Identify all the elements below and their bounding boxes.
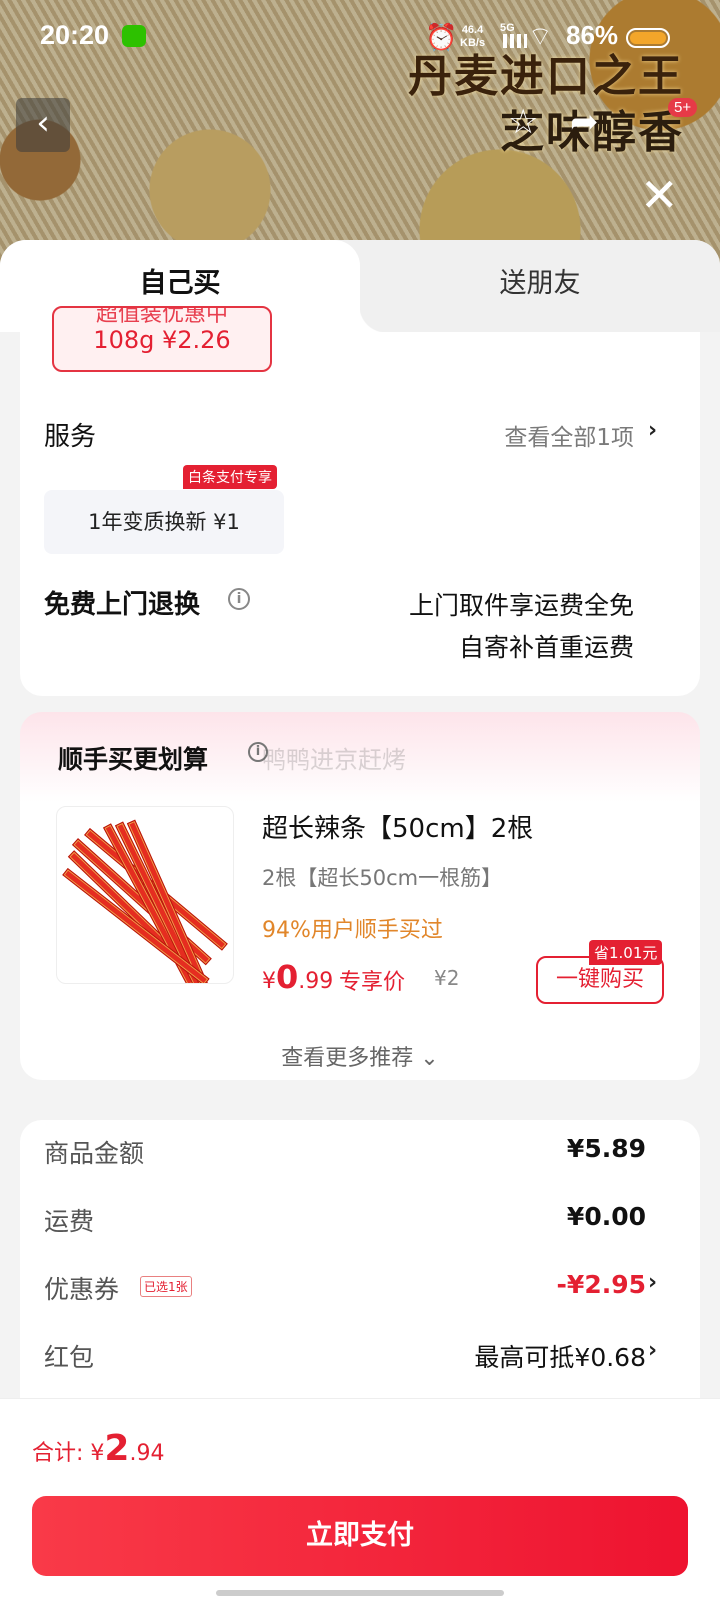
info-icon[interactable]: i: [228, 588, 250, 610]
network-type: 5G: [500, 22, 515, 34]
chevron-right-icon[interactable]: ›: [648, 1270, 657, 1295]
goods-amount-value: ¥5.89: [566, 1134, 646, 1163]
recommend-title: 顺手买更划算: [58, 745, 209, 774]
wechat-icon: [122, 25, 146, 47]
battery-percent: 86%: [566, 20, 619, 50]
chevron-right-icon[interactable]: ›: [648, 418, 657, 443]
sku-label: 108g ¥2.26: [93, 326, 231, 354]
shipping-label: 运费: [44, 1207, 95, 1236]
chevron-right-icon[interactable]: ›: [648, 1338, 657, 1363]
red-packet-label: 红包: [44, 1343, 95, 1372]
signal-icon: [503, 34, 527, 48]
coupon-chosen-tag: 已选1张: [140, 1276, 192, 1297]
net-speed: 46.4 KB/s: [460, 24, 486, 49]
product-popularity: 94%用户顺手买过: [262, 918, 443, 943]
wifi-icon: ⌔: [528, 21, 553, 51]
coupon-value[interactable]: -¥2.95: [557, 1270, 646, 1299]
share-icon[interactable]: ➦: [570, 102, 599, 142]
total-amount: 合计: ¥2.94: [32, 1428, 165, 1469]
status-time: 20:20: [40, 20, 110, 50]
selected-sku-chip[interactable]: 超值装优惠中 108g ¥2.26: [52, 306, 272, 372]
product-sku: 2根【超长50cm一根筋】: [262, 866, 503, 890]
pay-now-button[interactable]: 立即支付: [32, 1496, 688, 1576]
favorite-star-icon[interactable]: ☆: [508, 102, 538, 142]
goods-amount-label: 商品金额: [44, 1139, 145, 1168]
close-icon[interactable]: ✕: [640, 172, 679, 218]
service-view-all[interactable]: 查看全部1项: [504, 418, 634, 452]
return-line-2: 自寄补首重运费: [458, 633, 634, 662]
shipping-value: ¥0.00: [566, 1202, 646, 1231]
return-line-1: 上门取件享运费全免: [408, 591, 634, 620]
service-title: 服务: [44, 422, 97, 452]
service-tag: 白条支付专享: [183, 465, 277, 489]
message-badge: 5+: [668, 98, 698, 117]
exclusive-price-label: 专享价: [339, 970, 406, 995]
watermark-text: 鸭鸭进京赶烤: [262, 746, 406, 774]
return-service-title: 免费上门退换: [44, 590, 201, 620]
coupon-label: 优惠券: [44, 1275, 120, 1304]
back-button[interactable]: ‹: [16, 98, 70, 152]
more-recommend-link[interactable]: 查看更多推荐 ⌄: [0, 1040, 720, 1072]
sku-promo-text: 超值装优惠中: [95, 306, 228, 327]
home-indicator: [216, 1590, 504, 1596]
alarm-icon: ⏰: [425, 22, 458, 52]
product-thumbnail[interactable]: [56, 806, 234, 984]
product-name[interactable]: 超长辣条【50cm】2根: [262, 808, 533, 845]
status-bar: 20:20 ⏰ 46.4 KB/s 5G ⌔ 86%: [0, 0, 720, 76]
product-price: ¥0.99: [262, 958, 334, 996]
battery-icon: [626, 28, 670, 48]
save-tag: 省1.01元: [589, 940, 663, 965]
red-packet-value[interactable]: 最高可抵¥0.68: [474, 1338, 646, 1374]
service-option[interactable]: 1年变质换新 ¥1: [44, 490, 284, 554]
tab-send-friend[interactable]: 送朋友: [360, 240, 720, 332]
original-price: ¥2: [434, 966, 460, 990]
